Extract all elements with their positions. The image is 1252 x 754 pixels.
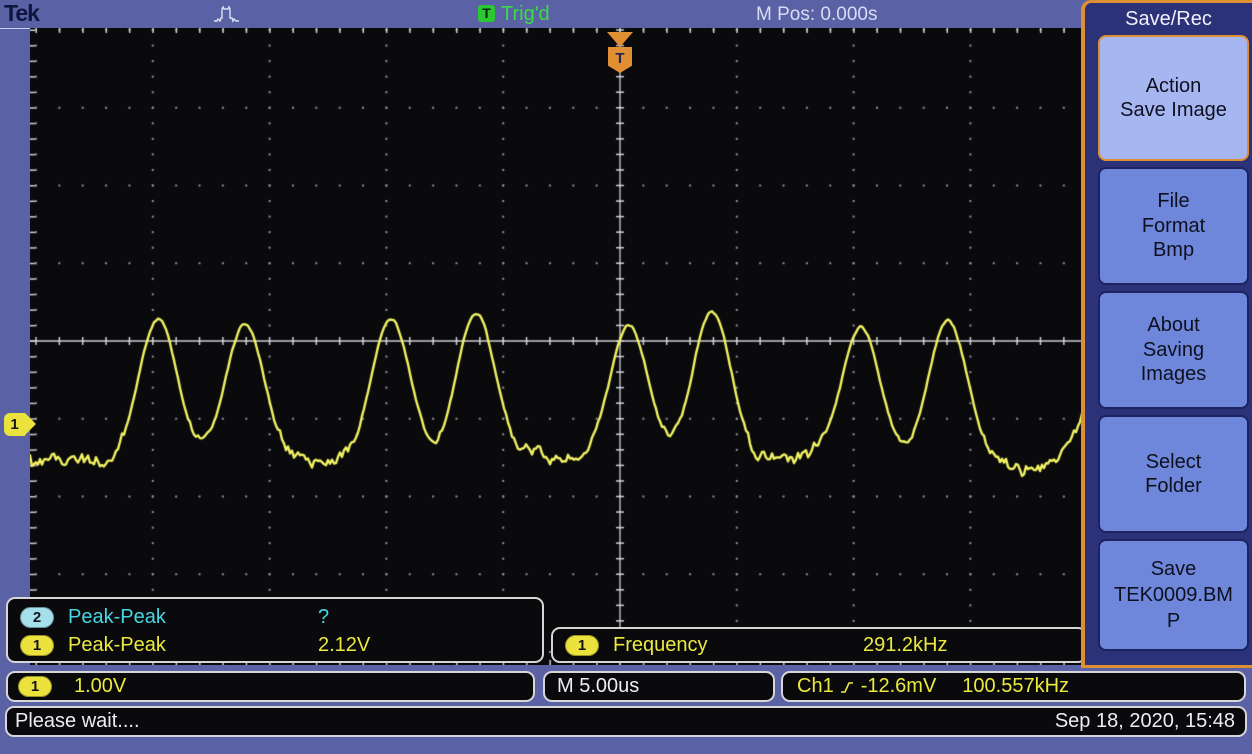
softkey-save-file[interactable]: Save TEK0009.BM P: [1098, 539, 1249, 651]
measurement-value: 2.12V: [318, 633, 371, 656]
trigger-level: -12.6mV: [860, 675, 937, 697]
softkey-file-format[interactable]: File Format Bmp: [1098, 167, 1249, 285]
acquisition-mode-icon: [214, 5, 239, 23]
measurement-label: Peak-Peak: [68, 605, 166, 628]
channel1-volts-per-div: 1.00V: [74, 675, 127, 697]
timebase-readout: M 5.00us: [557, 675, 640, 697]
channel-1-badge: 1: [565, 634, 599, 656]
tek-logo: Tek: [4, 0, 40, 26]
status-message: Please wait....: [15, 710, 140, 732]
channel1-scale-box: 1 1.00V: [6, 671, 535, 702]
trigger-position-marker: T: [607, 32, 633, 78]
timebase-box: M 5.00us: [543, 671, 775, 702]
channel-1-badge: 1: [20, 634, 54, 656]
trigger-source: Ch1: [797, 675, 834, 697]
measurement-label: Frequency: [613, 633, 708, 656]
measurement-value: 291.2kHz: [863, 633, 948, 656]
measurement-box-peak-peak: 2 Peak-Peak ? 1 Peak-Peak 2.12V: [6, 597, 544, 663]
waveform-display: [30, 28, 1082, 665]
channel1-ground-marker: 1: [4, 413, 36, 436]
measurement-value: ?: [318, 605, 330, 628]
softkey-action-save-image[interactable]: Action Save Image: [1098, 35, 1249, 161]
trigger-readout-box: Ch1 -12.6mV 100.557kHz: [781, 671, 1246, 702]
oscilloscope-screen: Tek T Trig'd M Pos: 0.000s T 1 2 Peak-Pe…: [0, 0, 1252, 754]
trigger-flag-icon: T: [608, 47, 632, 73]
softkey-about-saving-images[interactable]: About Saving Images: [1098, 291, 1249, 409]
trigger-status-text: Trig'd: [501, 3, 550, 25]
status-bar: Please wait.... Sep 18, 2020, 15:48: [5, 706, 1247, 737]
rising-edge-icon: [840, 682, 853, 693]
channel-1-badge: 1: [18, 676, 52, 697]
date-time: Sep 18, 2020, 15:48: [1054, 710, 1235, 732]
side-menu: Save/Rec Action Save Image File Format B…: [1081, 0, 1252, 668]
measurement-row: 2 Peak-Peak ?: [8, 603, 542, 631]
measurement-box-frequency: 1 Frequency 291.2kHz: [551, 627, 1087, 663]
softkey-buttons: Action Save Image File Format Bmp About …: [1085, 33, 1252, 651]
measurement-label: Peak-Peak: [68, 633, 166, 656]
softkey-select-folder[interactable]: Select Folder: [1098, 415, 1249, 533]
marker-arrow-icon: [25, 413, 36, 435]
channel-2-badge: 2: [20, 606, 54, 628]
trigger-frequency-counter: 100.557kHz: [962, 675, 1070, 697]
measurement-row: 1 Peak-Peak 2.12V: [8, 631, 542, 659]
horizontal-position-readout: M Pos: 0.000s: [756, 4, 878, 25]
menu-title: Save/Rec: [1125, 8, 1212, 30]
measurement-row: 1 Frequency 291.2kHz: [553, 631, 948, 659]
trigger-arrow-icon: [607, 32, 633, 47]
top-status-bar: Tek T Trig'd M Pos: 0.000s: [0, 0, 1252, 29]
triggered-icon: T: [478, 5, 495, 22]
